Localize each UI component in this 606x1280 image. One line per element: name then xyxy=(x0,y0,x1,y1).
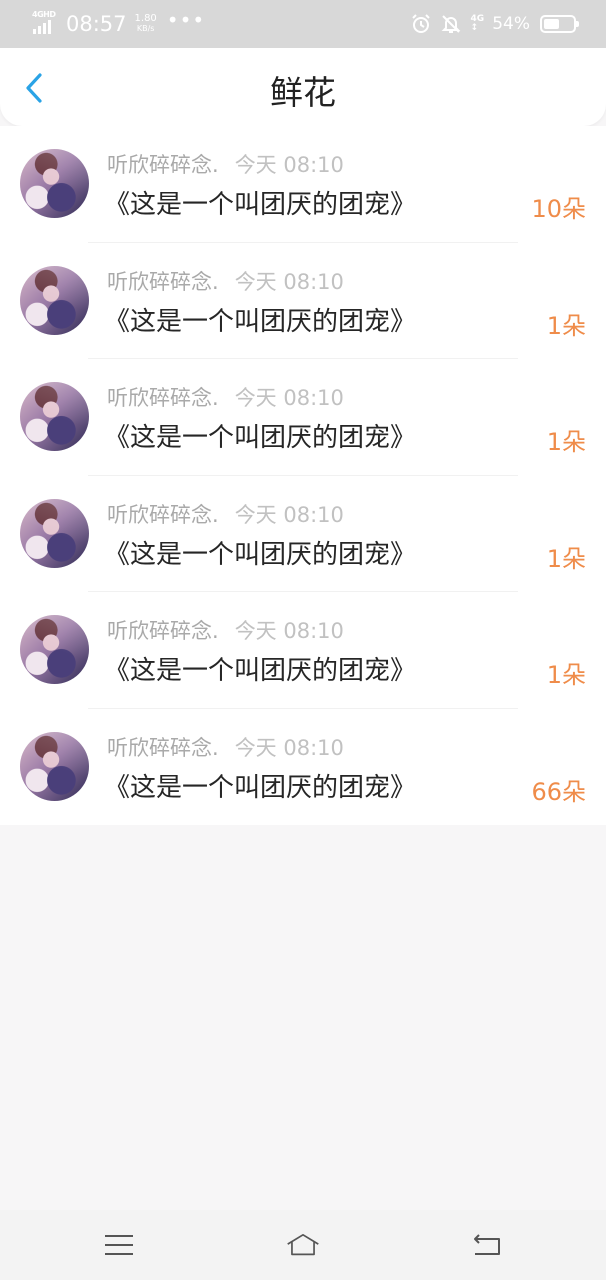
more-notifications-icon: ••• xyxy=(166,8,206,32)
book-title[interactable]: 《这是一个叫团厌的团宠》 xyxy=(104,767,416,804)
user-name[interactable]: 听欣碎碎念. xyxy=(107,736,219,760)
item-time: 今天 08:10 xyxy=(234,619,344,643)
flower-count: 1朵 xyxy=(546,428,586,456)
network-type: 4GHD xyxy=(32,10,56,19)
book-title[interactable]: 《这是一个叫团厌的团宠》 xyxy=(104,301,416,338)
network-speed: 1.80 KB/s xyxy=(135,14,157,34)
list-item[interactable]: 听欣碎碎念. 今天 08:10 《这是一个叫团厌的团宠》 10朵 xyxy=(0,126,606,243)
home-button[interactable] xyxy=(286,1228,320,1262)
back-icon xyxy=(474,1234,500,1255)
flower-count: 66朵 xyxy=(531,777,586,806)
item-meta: 听欣碎碎念. 今天 08:10 xyxy=(107,732,344,762)
system-nav-bar xyxy=(0,1210,606,1280)
list-item[interactable]: 听欣碎碎念. 今天 08:10 《这是一个叫团厌的团宠》 1朵 xyxy=(0,592,606,709)
item-time: 今天 08:10 xyxy=(234,735,344,760)
speed-unit: KB/s xyxy=(136,24,155,33)
item-meta: 听欣碎碎念. 今天 08:10 xyxy=(107,382,344,412)
mobile-data-arrows: ↕ xyxy=(470,23,479,33)
menu-button[interactable] xyxy=(102,1228,136,1262)
item-meta: 听欣碎碎念. 今天 08:10 xyxy=(107,149,344,179)
menu-icon xyxy=(105,1235,133,1255)
item-time: 今天 08:10 xyxy=(234,269,344,294)
item-meta: 听欣碎碎念. 今天 08:10 xyxy=(107,615,344,645)
status-bar-right: 4G ↕ 54% xyxy=(401,14,579,34)
screen: 4GHD 08:57 1.80 KB/s ••• 4G ↕ 54% 鲜花 听欣碎… xyxy=(0,0,606,1280)
item-time: 今天 08:10 xyxy=(234,153,344,177)
book-title[interactable]: 《这是一个叫团厌的团宠》 xyxy=(104,184,416,221)
flower-count: 10朵 xyxy=(531,195,586,223)
back-nav-button[interactable] xyxy=(470,1228,504,1262)
mute-bell-icon xyxy=(441,14,461,34)
item-meta: 听欣碎碎念. 今天 08:10 xyxy=(107,499,344,529)
battery-icon xyxy=(540,15,579,33)
list-item[interactable]: 听欣碎碎念. 今天 08:10 《这是一个叫团厌的团宠》 1朵 xyxy=(0,243,606,359)
status-time: 08:57 xyxy=(66,12,127,36)
list-item[interactable]: 听欣碎碎念. 今天 08:10 《这是一个叫团厌的团宠》 1朵 xyxy=(0,476,606,592)
item-time: 今天 08:10 xyxy=(234,502,344,527)
avatar[interactable] xyxy=(20,149,89,218)
flower-count: 1朵 xyxy=(546,311,586,340)
avatar[interactable] xyxy=(20,265,89,335)
flower-count: 1朵 xyxy=(546,544,586,573)
alarm-icon xyxy=(411,14,431,34)
list-item[interactable]: 听欣碎碎念. 今天 08:10 《这是一个叫团厌的团宠》 66朵 xyxy=(0,709,606,826)
avatar[interactable] xyxy=(20,498,89,568)
user-name[interactable]: 听欣碎碎念. xyxy=(107,270,219,294)
avatar[interactable] xyxy=(20,731,89,801)
user-name[interactable]: 听欣碎碎念. xyxy=(107,619,219,643)
book-title[interactable]: 《这是一个叫团厌的团宠》 xyxy=(104,417,416,454)
user-name[interactable]: 听欣碎碎念. xyxy=(107,503,219,527)
item-time: 今天 08:10 xyxy=(234,386,344,410)
status-bar-left: 4GHD 08:57 1.80 KB/s ••• xyxy=(32,8,206,36)
list-item[interactable]: 听欣碎碎念. 今天 08:10 《这是一个叫团厌的团宠》 1朵 xyxy=(0,359,606,476)
flower-count: 1朵 xyxy=(546,661,586,689)
book-title[interactable]: 《这是一个叫团厌的团宠》 xyxy=(104,534,416,571)
avatar[interactable] xyxy=(20,615,89,684)
book-title[interactable]: 《这是一个叫团厌的团宠》 xyxy=(104,650,416,687)
status-bar: 4GHD 08:57 1.80 KB/s ••• 4G ↕ 54% xyxy=(0,0,606,48)
user-name[interactable]: 听欣碎碎念. xyxy=(107,386,219,410)
page-title: 鲜花 xyxy=(270,73,336,112)
speed-value: 1.80 xyxy=(134,13,157,24)
flower-list: 听欣碎碎念. 今天 08:10 《这是一个叫团厌的团宠》 10朵 听欣碎碎念. 今天… xyxy=(0,126,606,825)
item-meta: 听欣碎碎念. 今天 08:10 xyxy=(107,266,344,296)
user-name[interactable]: 听欣碎碎念. xyxy=(107,153,219,177)
signal-icon: 4GHD xyxy=(32,10,58,36)
header: 鲜花 xyxy=(0,48,606,126)
avatar[interactable] xyxy=(20,382,89,451)
battery-percent: 54% xyxy=(492,14,530,34)
battery-fill xyxy=(544,19,560,29)
mobile-data-indicator: 4G ↕ xyxy=(471,15,485,33)
home-icon xyxy=(287,1233,319,1256)
